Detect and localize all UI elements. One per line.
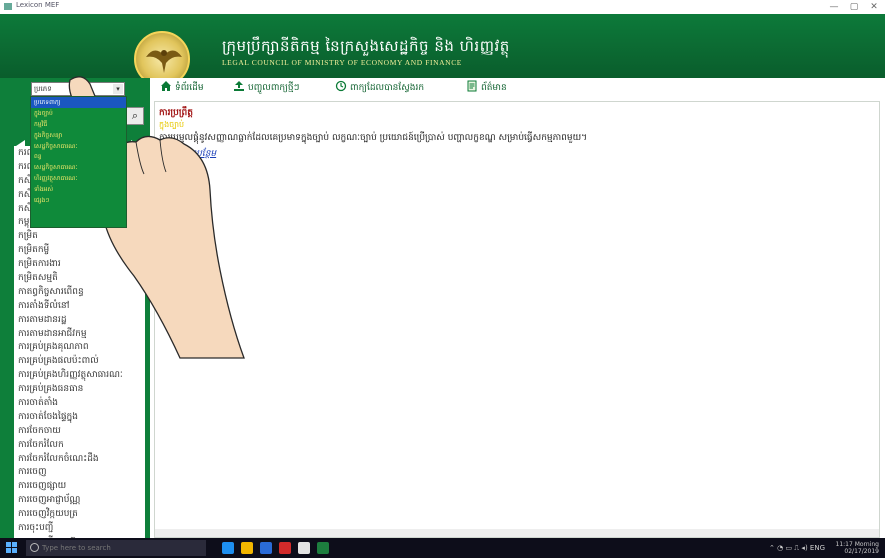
edge-icon[interactable] [222, 542, 234, 554]
main-toolbar: ទំព័រដើម បញ្ចូលពាក្យថ្មីៗ ពាក្យដែលបានស្វ… [150, 78, 885, 96]
word-list-item[interactable]: ការចេញ [14, 465, 145, 479]
windows-start-icon[interactable] [6, 542, 18, 554]
powerpoint-icon[interactable] [279, 542, 291, 554]
taskbar-search-placeholder: Type here to search [42, 544, 111, 552]
word-list-item[interactable]: ការចេញផ្សាយ [14, 479, 145, 493]
file-explorer-icon[interactable] [241, 542, 253, 554]
dropdown-option[interactable]: ប្រភេទពាក្យ [31, 97, 126, 108]
clock[interactable]: 11:17 Morning 02/17/2019 [836, 541, 880, 555]
dropdown-option[interactable]: សេដ្ឋកិច្ចសាធារណៈ [31, 162, 126, 173]
clock-date: 02/17/2019 [844, 548, 879, 555]
window-title: Lexicon MEF [16, 1, 60, 9]
history-label: ពាក្យដែលបានស្វែងរក [350, 83, 425, 93]
header-title-english: LEGAL COUNCIL OF MINISTRY OF ECONOMY AND… [222, 58, 462, 67]
media-icon[interactable] [298, 542, 310, 554]
close-button[interactable]: ✕ [865, 0, 883, 14]
word-list-item[interactable]: ការគ្រប់គ្រងធនធាន [14, 382, 145, 396]
search-icon [30, 543, 39, 552]
header-banner: ក្រុមប្រឹក្សានីតិកម្ម នៃក្រសួងសេដ្ឋកិច្ច… [0, 14, 885, 87]
word-list-item[interactable]: ការចែករំលែកចំណេះដឹង [14, 452, 145, 466]
word-list-item[interactable]: ការចុះបញ្ជី [14, 521, 145, 535]
dropdown-option[interactable]: សេដ្ឋកិច្ចសាធារណៈ [31, 141, 126, 152]
system-tray[interactable]: ⌃ ◔ ▭ ⎍ ◂) ENG [769, 544, 825, 553]
taskbar-search[interactable]: Type here to search [26, 540, 206, 556]
header-title-khmer: ក្រុមប្រឹក្សានីតិកម្ម នៃក្រសួងសេដ្ឋកិច្ច… [222, 37, 510, 55]
taskbar: Type here to search ⌃ ◔ ▭ ⎍ ◂) ENG 11:17… [0, 538, 885, 558]
clock-time: 11:17 Morning [835, 541, 880, 548]
dropdown-option[interactable]: ពន្ធ [31, 151, 126, 162]
word-list-item[interactable]: ការចាត់តាំង [14, 396, 145, 410]
language-indicator: ENG [809, 544, 825, 552]
history-button[interactable]: ពាក្យដែលបានស្វែងរក [335, 80, 424, 94]
word-list-item[interactable]: ការចែកចាយ [14, 424, 145, 438]
word-list-item[interactable]: ការចេញវិក្កយបត្រ [14, 507, 145, 521]
document-icon [467, 80, 477, 92]
store-icon[interactable] [260, 542, 272, 554]
title-bar: Lexicon MEF — ▢ ✕ [0, 0, 885, 15]
word-list-item[interactable]: ការគ្រប់គ្រងហិរញ្ញវត្ថុសាធារណៈ [14, 368, 145, 382]
word-list-item[interactable]: ការចែករំលែក [14, 438, 145, 452]
dropdown-option[interactable]: កម្មវិធី [31, 119, 126, 130]
maximize-button[interactable]: ▢ [845, 0, 863, 14]
history-icon [335, 80, 347, 92]
dropdown-option[interactable]: ទាំងអស់ [31, 184, 126, 195]
definition-panel: ការប្រព្រឹត្ត ក្នុងច្បាប់ ការប្រមូលផ្ដុំ… [154, 101, 880, 538]
dropdown-option[interactable]: ហិរញ្ញវត្ថុសាធារណៈ [31, 173, 126, 184]
app-icon [4, 3, 12, 10]
lexicon-app-icon[interactable] [317, 542, 329, 554]
definition-scrollbar[interactable] [155, 529, 879, 537]
word-list-item[interactable]: ការចាត់ចែងផ្ទៃក្នុង [14, 410, 145, 424]
word-list-item[interactable]: ការចេញអាជ្ញាប័ណ្ណ [14, 493, 145, 507]
category-select-value: ប្រភេទ [34, 85, 52, 93]
minimize-button[interactable]: — [825, 0, 843, 14]
dropdown-option[interactable]: ក្នុងកិច្ចសន្យា [31, 130, 126, 141]
dropdown-option[interactable]: ក្នុងច្បាប់ [31, 108, 126, 119]
about-button[interactable]: ព័ត៌មាន [466, 80, 507, 94]
dropdown-option[interactable]: ផ្សេងៗ [31, 195, 126, 206]
category-dropdown[interactable]: ប្រភេទពាក្យ ក្នុងច្បាប់ កម្មវិធី ក្នុងកិច្ច… [30, 96, 127, 228]
about-label: ព័ត៌មាន [481, 83, 507, 93]
application-window: Lexicon MEF — ▢ ✕ ក្រុមប្រឹក្សានីតិកម្ម … [0, 0, 885, 558]
